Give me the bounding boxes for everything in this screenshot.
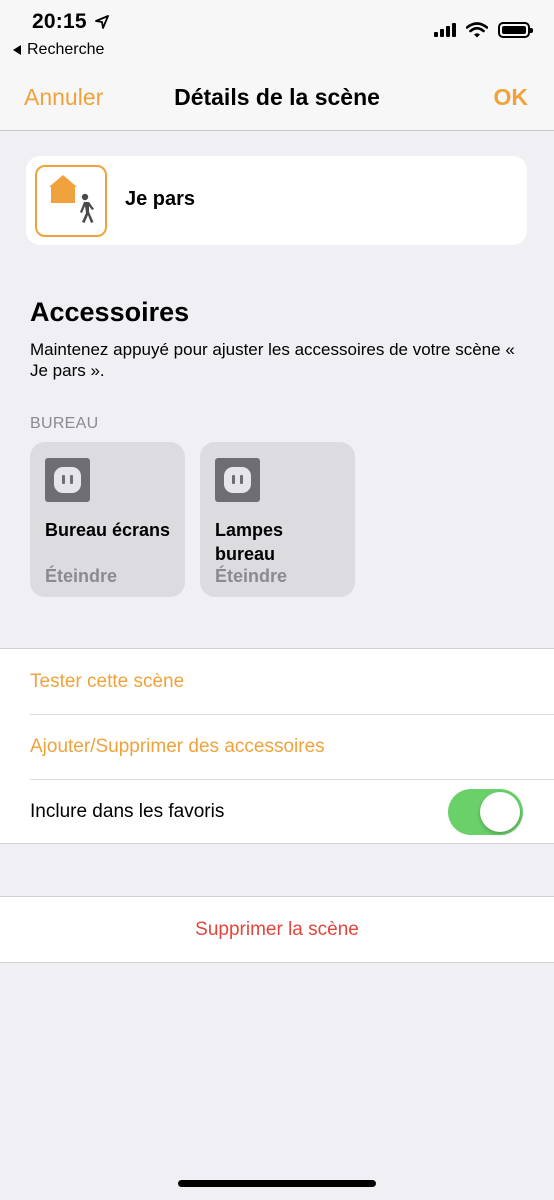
- accessories-heading: Accessoires: [30, 297, 190, 327]
- accessory-tile-bureau-ecrans[interactable]: Bureau écrans Éteindre: [30, 442, 185, 597]
- delete-scene-group: Supprimer la scène: [0, 896, 554, 963]
- location-arrow-icon: [95, 15, 109, 29]
- accessory-status: Éteindre: [45, 566, 118, 586]
- accessory-name: Lampes bureau: [215, 520, 284, 564]
- status-time: 20:15: [32, 10, 87, 33]
- favorites-row: Inclure dans les favoris: [30, 779, 554, 844]
- back-to-app-link[interactable]: Recherche: [13, 41, 104, 59]
- toggle-knob: [480, 792, 520, 832]
- scene-actions-group: Tester cette scène Ajouter/Supprimer des…: [0, 648, 554, 844]
- test-scene-button[interactable]: Tester cette scène: [30, 649, 554, 714]
- edit-accessories-button[interactable]: Ajouter/Supprimer des accessoires: [30, 714, 554, 779]
- room-label: BUREAU: [30, 415, 99, 432]
- back-triangle-icon: [13, 45, 21, 55]
- cellular-signal-icon: [434, 23, 456, 37]
- back-app-label: Recherche: [27, 41, 105, 58]
- outlet-icon: [45, 458, 90, 502]
- scene-icon-button[interactable]: [35, 165, 107, 237]
- favorites-label: Inclure dans les favoris: [30, 801, 225, 822]
- wifi-icon: [466, 22, 488, 38]
- cancel-button[interactable]: Annuler: [24, 84, 103, 111]
- favorites-toggle[interactable]: [448, 789, 523, 835]
- delete-scene-button[interactable]: Supprimer la scène: [195, 919, 359, 941]
- scene-name[interactable]: Je pars: [125, 188, 195, 211]
- home-indicator[interactable]: [178, 1180, 376, 1187]
- status-indicators: [434, 22, 533, 38]
- accessory-name: Bureau écrans: [45, 520, 171, 540]
- accessory-status: Éteindre: [215, 566, 288, 586]
- house-person-icon: [49, 175, 94, 223]
- scene-name-card[interactable]: Je pars: [26, 156, 527, 245]
- outlet-icon: [215, 458, 260, 502]
- accessories-description: Maintenez appuyé pour ajuster les access…: [30, 340, 515, 380]
- ok-button[interactable]: OK: [494, 84, 529, 111]
- accessory-tile-lampes-bureau[interactable]: Lampes bureau Éteindre: [200, 442, 355, 597]
- top-bar: 20:15 Recherche Détails de la scène Annu…: [0, 0, 554, 131]
- battery-icon: [498, 22, 533, 38]
